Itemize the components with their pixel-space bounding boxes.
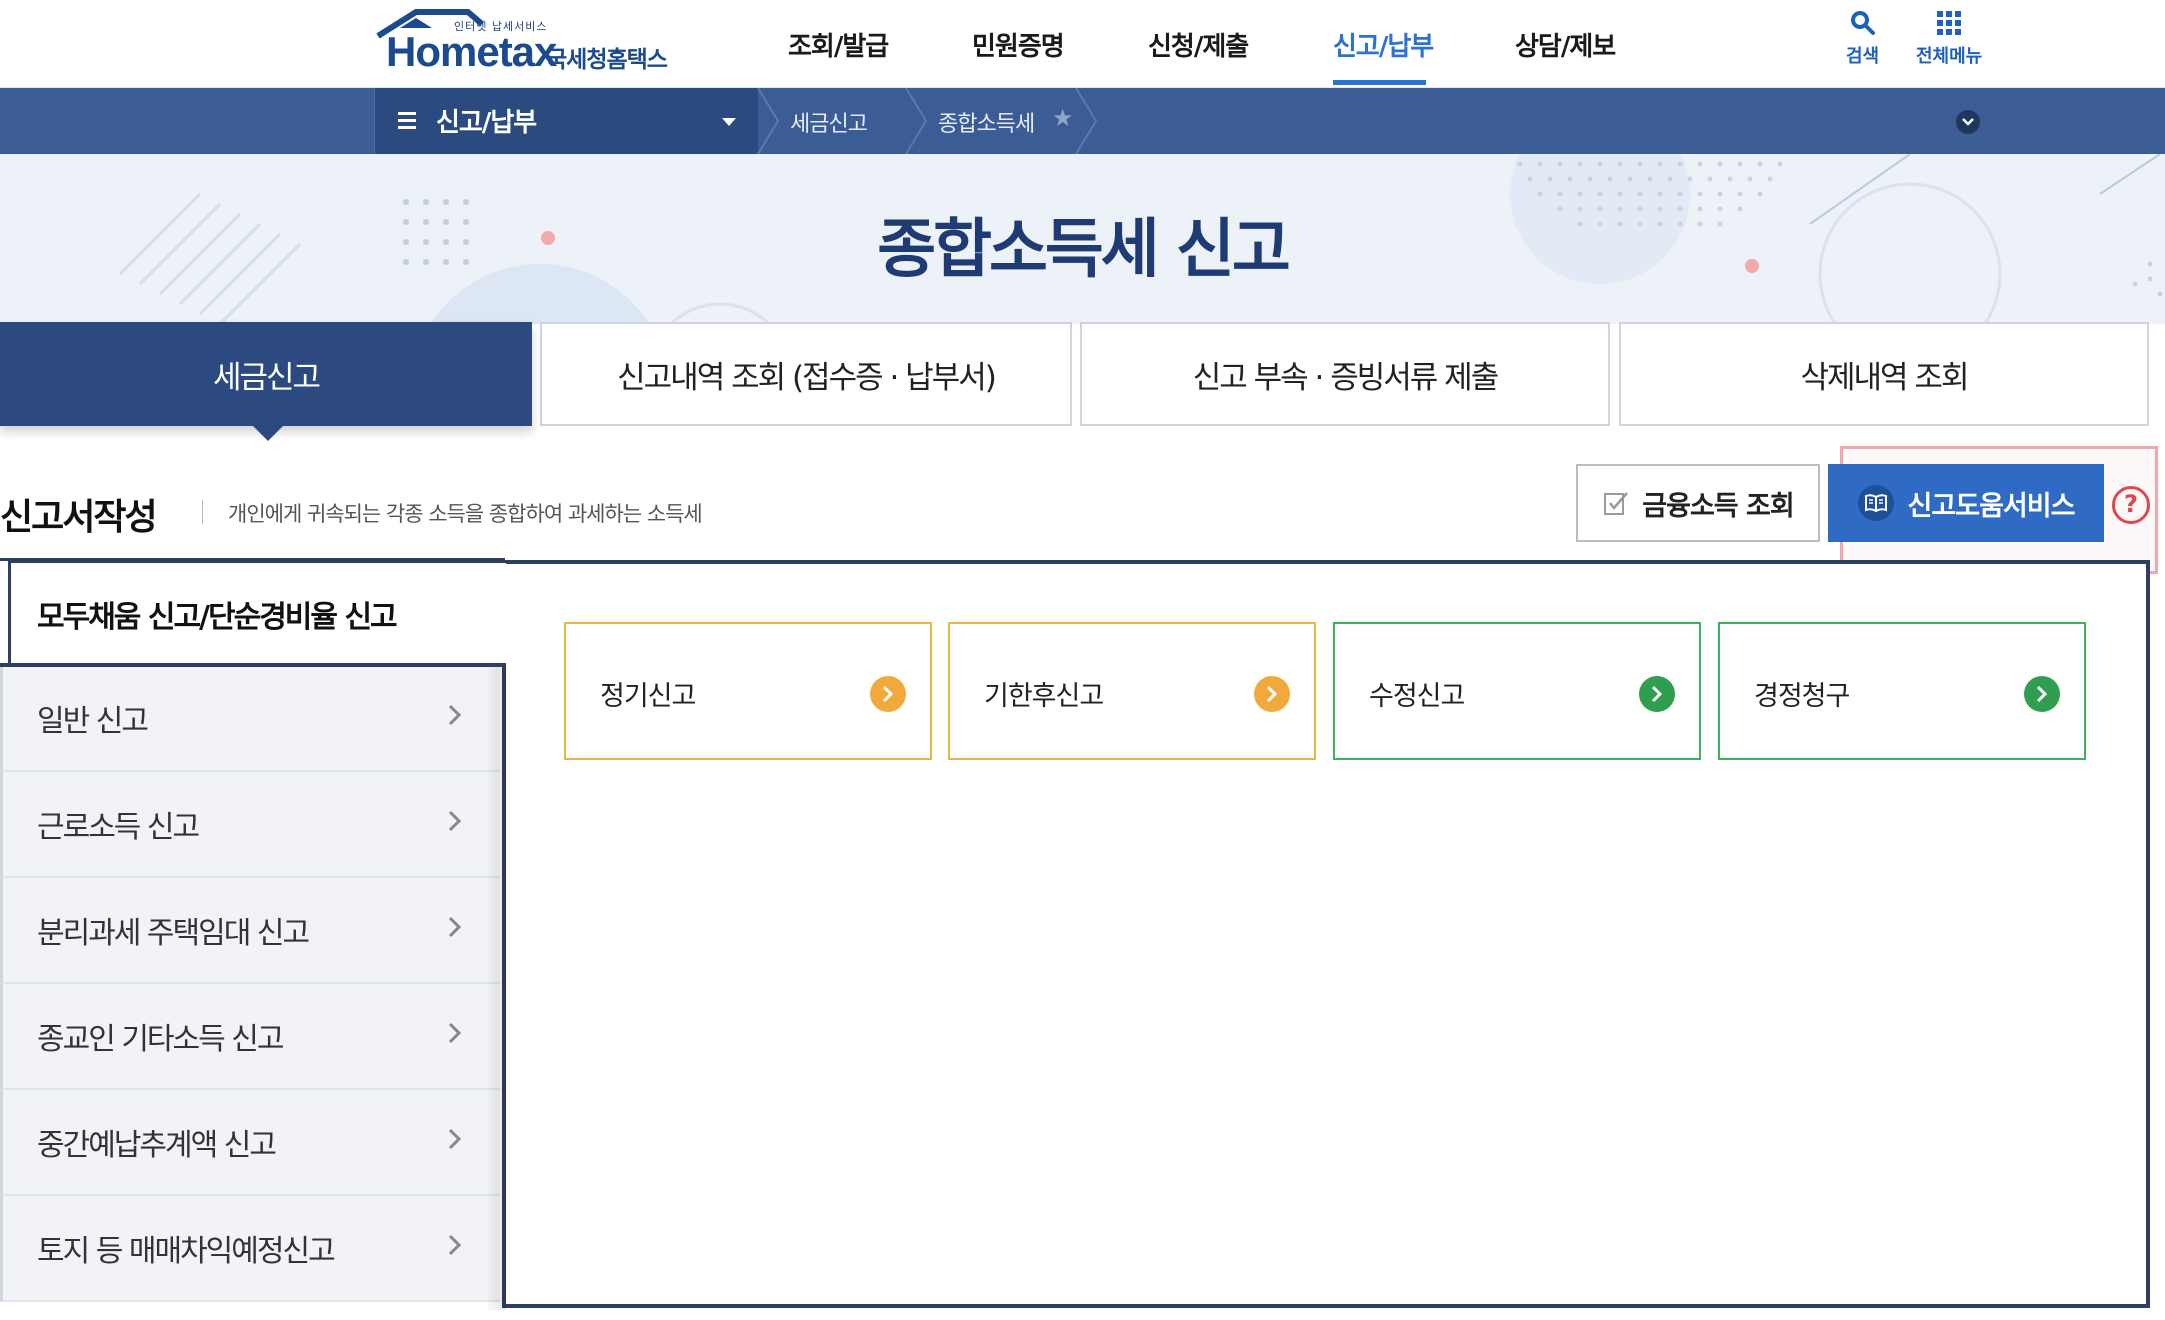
menu-item-label: 토지 등 매매차익예정신고 bbox=[37, 1234, 336, 1269]
nav-item-civil-certificates[interactable]: 민원증명 bbox=[972, 26, 1065, 63]
card-regular-filing[interactable]: 정기신고 bbox=[564, 622, 932, 760]
section-menu-dropdown[interactable] bbox=[374, 88, 758, 154]
active-menu-bottom-border bbox=[0, 663, 506, 667]
tab-supporting-documents[interactable]: 신고 부속 · 증빙서류 제출 bbox=[1080, 322, 1610, 426]
breadcrumb-item-income-tax[interactable]: 종합소득세 bbox=[938, 106, 1035, 138]
grid-menu-icon bbox=[1937, 11, 1962, 35]
breadcrumb-separator bbox=[757, 88, 780, 154]
all-menu-label: 전체메뉴 bbox=[1916, 46, 1983, 67]
nav-item-inquiry[interactable]: 조회/발급 bbox=[788, 26, 889, 63]
question-help-icon[interactable]: ? bbox=[2112, 486, 2150, 524]
financial-income-label: 금융소득 조회 bbox=[1642, 490, 1794, 522]
card-label: 기한후신고 bbox=[984, 681, 1104, 712]
section-menu-title: 신고/납부 bbox=[436, 108, 537, 138]
chevron-right-icon bbox=[448, 916, 462, 938]
all-menu-button[interactable]: 전체메뉴 bbox=[1916, 10, 1982, 68]
active-nav-underline bbox=[1333, 80, 1426, 85]
top-header: 인터넷 납세서비스 Hometax 국세청홈택스 조회/발급 민원증명 신청/제… bbox=[0, 0, 2165, 88]
tab-filing-history[interactable]: 신고내역 조회 (접수증 · 납부서) bbox=[540, 322, 1072, 426]
card-amended-filing[interactable]: 수정신고 bbox=[1333, 622, 1701, 760]
section-title: 신고서작성 bbox=[0, 497, 158, 538]
logo-brand-sub: 국세청홈택스 bbox=[546, 47, 668, 73]
tab-deleted-history[interactable]: 삭제내역 조회 bbox=[1619, 322, 2149, 426]
checkbox-edit-icon bbox=[1604, 492, 1629, 515]
nav-item-filing-payment[interactable]: 신고/납부 bbox=[1333, 26, 1434, 63]
breadcrumb-separator bbox=[905, 88, 928, 154]
chevron-right-icon bbox=[448, 704, 462, 726]
hamburger-icon bbox=[398, 112, 416, 129]
filing-type-menu: 모두채움 신고/단순경비율 신고 일반 신고 근로소득 신고 분리과세 주택임대… bbox=[0, 560, 506, 1310]
breadcrumb-bar: 신고/납부 세금신고 종합소득세 ★ bbox=[0, 88, 2165, 154]
menu-item-label: 일반 신고 bbox=[37, 704, 149, 739]
filing-help-service-label: 신고도움서비스 bbox=[1907, 490, 2076, 522]
section-divider bbox=[202, 500, 203, 524]
search-button[interactable]: 검색 bbox=[1846, 10, 1879, 68]
filing-help-service-button[interactable]: 신고도움서비스 bbox=[1828, 464, 2104, 542]
menu-item-land-sale-filing[interactable]: 토지 등 매매차익예정신고 bbox=[0, 1196, 500, 1302]
section-description: 개인에게 귀속되는 각종 소득을 종합하여 과세하는 소득세 bbox=[228, 502, 703, 526]
page-hero: 종합소득세 신고 bbox=[0, 154, 2165, 324]
logo-brand: Hometax bbox=[386, 28, 557, 75]
menu-shadow bbox=[488, 664, 506, 1310]
arrow-right-circle-icon bbox=[870, 676, 906, 712]
menu-item-label: 중간예납추계액 신고 bbox=[37, 1128, 277, 1163]
arrow-right-circle-icon bbox=[1254, 676, 1290, 712]
menu-item-label: 근로소득 신고 bbox=[37, 810, 200, 845]
nav-item-consulting[interactable]: 상담/제보 bbox=[1515, 26, 1616, 63]
menu-item-label: 분리과세 주택임대 신고 bbox=[37, 916, 310, 951]
chevron-right-icon bbox=[448, 810, 462, 832]
card-label: 수정신고 bbox=[1369, 681, 1465, 712]
search-icon bbox=[1850, 11, 1875, 35]
card-label: 경정청구 bbox=[1754, 681, 1850, 712]
menu-item-general-filing[interactable]: 일반 신고 bbox=[0, 666, 500, 772]
panel-border-gap bbox=[500, 564, 508, 662]
card-late-filing[interactable]: 기한후신고 bbox=[948, 622, 1316, 760]
chevron-right-icon bbox=[448, 1128, 462, 1150]
chevron-right-icon bbox=[448, 1022, 462, 1044]
active-tab-pointer bbox=[252, 425, 284, 441]
tab-tax-filing[interactable]: 세금신고 bbox=[0, 322, 532, 426]
dropdown-caret-icon bbox=[722, 118, 736, 126]
hometax-logo[interactable]: 인터넷 납세서비스 Hometax 국세청홈택스 bbox=[372, 6, 682, 82]
menu-item-prefilled-filing[interactable]: 모두채움 신고/단순경비율 신고 bbox=[8, 560, 506, 664]
book-icon bbox=[1857, 485, 1894, 521]
menu-item-earned-income-filing[interactable]: 근로소득 신고 bbox=[0, 772, 500, 878]
page-title: 종합소득세 신고 bbox=[877, 213, 1290, 287]
chevron-right-icon bbox=[448, 1234, 462, 1256]
menu-item-rental-income-filing[interactable]: 분리과세 주택임대 신고 bbox=[0, 878, 500, 984]
arrow-right-circle-icon bbox=[1639, 676, 1675, 712]
search-label: 검색 bbox=[1846, 46, 1880, 67]
expand-chevron-icon[interactable] bbox=[1956, 110, 1980, 134]
breadcrumb-item-tax-filing[interactable]: 세금신고 bbox=[790, 106, 868, 138]
card-refund-claim[interactable]: 경정청구 bbox=[1718, 622, 2086, 760]
card-label: 정기신고 bbox=[600, 681, 696, 712]
menu-item-label: 종교인 기타소득 신고 bbox=[37, 1022, 284, 1057]
favorite-star-icon[interactable]: ★ bbox=[1052, 104, 1074, 132]
financial-income-button[interactable]: 금융소득 조회 bbox=[1576, 464, 1820, 542]
arrow-right-circle-icon bbox=[2024, 676, 2060, 712]
breadcrumb-separator bbox=[1075, 88, 1098, 154]
menu-item-religious-income-filing[interactable]: 종교인 기타소득 신고 bbox=[0, 984, 500, 1090]
menu-item-interim-prepayment-filing[interactable]: 중간예납추계액 신고 bbox=[0, 1090, 500, 1196]
nav-item-application[interactable]: 신청/제출 bbox=[1148, 26, 1249, 63]
